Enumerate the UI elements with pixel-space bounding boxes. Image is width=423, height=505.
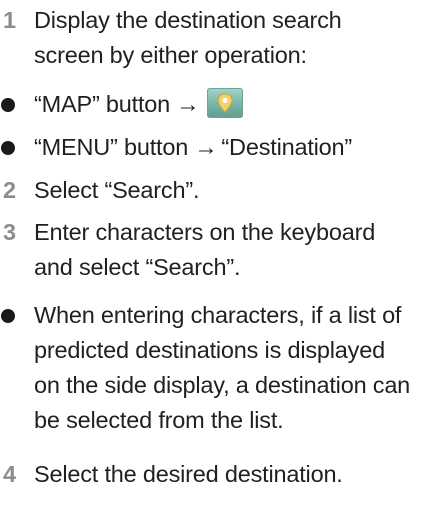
step-1: 1 Display the destination search screen … [0, 3, 420, 75]
bullet-map-button: “MAP” button → [0, 87, 420, 122]
bullet-text-line: predicted destinations is displayed [34, 337, 385, 363]
step-text-line: Display the destination search [34, 7, 342, 33]
arrow-icon: → [176, 91, 200, 117]
step-number: 2 [3, 177, 16, 203]
step-text: Enter characters on the keyboard and sel… [34, 215, 420, 285]
step-4: 4 Select the desired destination. [0, 457, 420, 492]
bullet-dot [1, 309, 15, 323]
step-3: 3 Enter characters on the keyboard and s… [0, 215, 420, 287]
bullet-text-line: on the side display, a destination can [34, 372, 411, 398]
bullet-text: When entering characters, if a list of p… [34, 298, 420, 438]
bullet-target: “Destination” [221, 134, 353, 160]
bullet-label: “MAP” button [34, 91, 171, 117]
bullet-text: “MAP” button → [34, 87, 420, 122]
step-text-line: Enter characters on the keyboard [34, 219, 376, 245]
step-text-line: Select the desired destination. [34, 461, 343, 487]
bullet-text: “MENU” button → “Destination” [34, 130, 420, 165]
step-text-line: and select “Search”. [34, 254, 241, 280]
bullet-label: “MENU” button [34, 134, 189, 160]
step-text: Display the destination search screen by… [34, 3, 420, 73]
bullet-dot [1, 98, 15, 112]
destination-pin-icon [207, 88, 244, 118]
bullet-menu-button: “MENU” button → “Destination” [0, 130, 420, 165]
step-text-line: screen by either operation: [34, 42, 307, 68]
step-text: Select the desired destination. [34, 457, 420, 492]
step-text: Select “Search”. [34, 173, 420, 208]
bullet-text-line: When entering characters, if a list of [34, 302, 402, 328]
instruction-page: 1 Display the destination search screen … [0, 0, 423, 505]
step-number: 4 [3, 461, 16, 487]
bullet-predicted-destinations: When entering characters, if a list of p… [0, 298, 420, 443]
arrow-icon: → [194, 134, 218, 160]
step-2: 2 Select “Search”. [0, 173, 420, 208]
bullet-dot [1, 141, 15, 155]
step-number: 1 [3, 7, 16, 33]
step-text-line: Select “Search”. [34, 177, 200, 203]
step-number: 3 [3, 219, 16, 245]
bullet-text-line: be selected from the list. [34, 407, 284, 433]
